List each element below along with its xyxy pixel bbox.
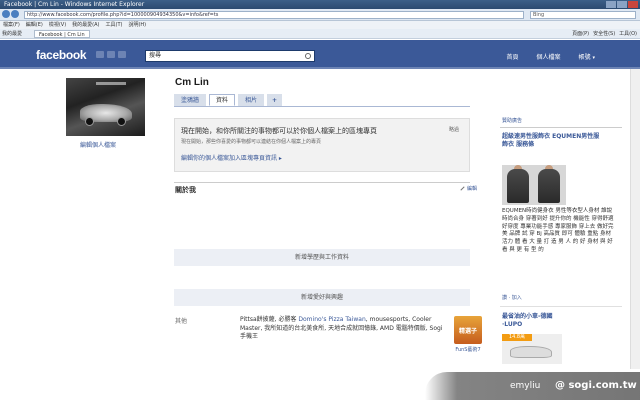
facebook-search-input[interactable]: 搜尋 [145,50,315,62]
menu-edit[interactable]: 編輯(E) [26,21,43,29]
watermark-user: emyliu [510,381,541,391]
page-thumbnail[interactable]: 精選子 [454,316,482,344]
safety-menu[interactable]: 安全性(S) [593,29,615,39]
scrollbar[interactable] [630,69,640,369]
nav-profile[interactable]: 個人檔案 [537,52,561,61]
back-icon[interactable] [2,10,10,18]
menu-view[interactable]: 檢視(V) [49,21,66,29]
wheel-icon [117,117,126,126]
command-bar: 頁面(P) 安全性(S) 工具(O) [572,29,637,39]
close-icon[interactable] [628,1,638,8]
ad1-like-link[interactable]: 讚 · 加入 [502,294,522,301]
wheel-icon [85,117,94,126]
section-divider [174,182,470,183]
profile-picture[interactable] [66,78,145,136]
watermark-site: @ sogi.com.tw [555,380,637,391]
notifications-icon[interactable] [118,51,126,58]
other-text-pre: Pittsa餅披薩, 必勝客 [240,316,299,323]
ad1-image[interactable] [502,165,566,205]
nav-buttons [2,10,20,20]
address-bar: http://www.facebook.com/profile.php?id=1… [0,9,640,21]
forward-icon[interactable] [11,10,19,18]
search-value: 搜尋 [149,52,162,59]
facebook-logo[interactable]: facebook [36,48,87,62]
car-image [510,346,552,358]
price-badge: 14.8萬 [502,334,532,341]
add-tab-button[interactable]: + [267,94,283,106]
browser-titlebar: Facebook | Cm Lin - Windows Internet Exp… [0,0,640,9]
tab-info[interactable]: 資料 [209,94,236,106]
tab-photos[interactable]: 相片 [238,94,265,106]
favorites-button[interactable]: 我的最愛 [2,29,22,39]
menu-bar: 檔案(F) 編輯(E) 檢視(V) 我的最愛(A) 工具(T) 說明(H) [0,21,640,29]
notice-skip-link[interactable]: 略過 [449,126,459,133]
watermark: emyliu @ sogi.com.tw [425,372,640,400]
pencil-icon [460,186,465,191]
model-shirt [507,169,529,203]
add-interests-button[interactable]: 新增愛好與興趣 [174,289,470,306]
edit-about-link[interactable]: 編輯 [460,185,477,192]
chevron-down-icon: ▾ [592,55,595,61]
thumbnail-label: 精選子 [458,328,477,335]
browser-search-field[interactable]: Bing [530,11,636,19]
favorites-bar: 我的最愛 Facebook | Cm Lin 頁面(P) 安全性(S) 工具(O… [0,29,640,39]
thumbnail-caption[interactable]: FunS藝術7 [454,346,482,353]
edit-label: 編輯 [467,186,478,192]
ad2-title[interactable]: 最省油的小車-德國 ·LUPO [502,313,572,329]
profile-name: Cm Lin [175,77,209,88]
tabs-divider [174,106,470,107]
nav-account[interactable]: 帳號 ▾ [579,52,595,61]
nav-home[interactable]: 首頁 [507,52,519,61]
facebook-header: facebook 搜尋 首頁 個人檔案 帳號 ▾ [0,40,640,67]
search-icon[interactable] [305,53,311,59]
profile-tabs: 塗鴉牆 資料 相片 + [174,94,283,106]
browser-tab[interactable]: Facebook | Cm Lin [34,30,90,38]
tab-wall[interactable]: 塗鴉牆 [174,94,207,106]
ad2-image[interactable]: 14.8萬 [502,334,562,364]
other-label: 其他 [175,318,188,325]
menu-help[interactable]: 說明(H) [128,21,146,29]
ad1-body: EQUMEN時尚健身衣 男性等衣型人身材 誰說時尚合身 穿著到好 提升你的 機能… [502,208,614,253]
about-me-heading: 關於我 [175,186,196,194]
menu-file[interactable]: 檔案(F) [3,21,20,29]
menu-tools[interactable]: 工具(T) [106,21,123,29]
dominos-link[interactable]: Domino's Pizza Taiwan [298,316,365,323]
header-nav: 首頁 個人檔案 帳號 ▾ [507,52,595,61]
maximize-icon[interactable] [617,1,627,8]
pages-notice: 現在開始，和你所關注的事物都可以於你個人檔案上的區塊專頁 現在開始，那些你喜愛的… [174,118,470,172]
ad1-title[interactable]: 超級速男性服飾衣 EQUMEN男性服飾衣 服務條 [502,133,602,149]
edit-profile-link[interactable]: 編輯個人檔案 [80,140,116,149]
add-work-education-button[interactable]: 新增學歷與工作資料 [174,249,470,266]
ads-header: 贊助廣告 [502,118,523,124]
notice-link[interactable]: 編輯你的個人檔案加入區塊專頁資訊 ▸ [181,153,282,162]
model-shirt [538,169,560,203]
menu-favorites[interactable]: 我的最愛(A) [72,21,99,29]
minimize-icon[interactable] [606,1,616,8]
window-controls [606,1,638,8]
notice-subtitle: 現在開始，那些你喜愛的事物都可以連結在你個人檔案上的專頁 [181,139,322,145]
url-field[interactable]: http://www.facebook.com/profile.php?id=1… [24,11,524,19]
other-pages-list: Pittsa餅披薩, 必勝客 Domino's Pizza Taiwan, mo… [240,316,445,342]
ads-divider [500,127,622,128]
nav-account-label: 帳號 [578,54,591,61]
ad-divider [500,306,622,307]
picture-light [96,82,126,85]
messages-icon[interactable] [107,51,115,58]
jewel-icons [96,51,126,58]
friend-requests-icon[interactable] [96,51,104,58]
tools-menu[interactable]: 工具(O) [619,29,637,39]
page-menu[interactable]: 頁面(P) [572,29,589,39]
browser-title: Facebook | Cm Lin - Windows Internet Exp… [4,1,145,8]
notice-title: 現在開始，和你所關注的事物都可以於你個人檔案上的區塊專頁 [181,127,377,135]
